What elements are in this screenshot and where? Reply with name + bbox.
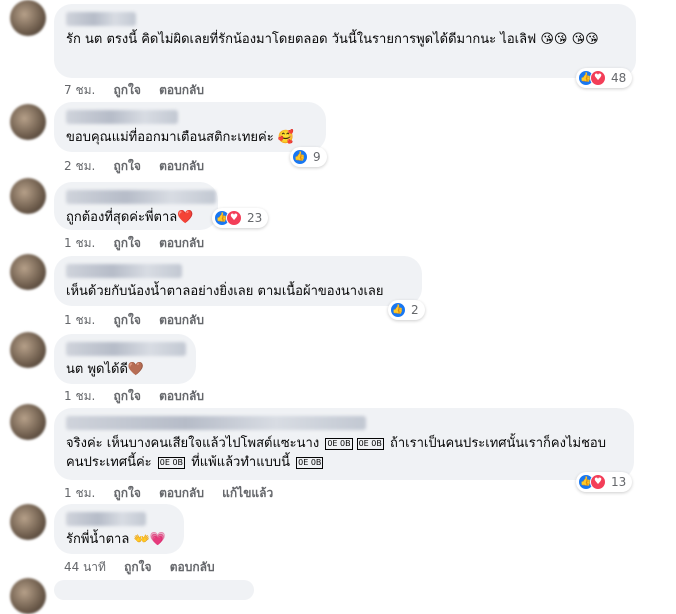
reaction-summary[interactable]: 👍 9 [290,147,327,167]
comment-text: นต พูดได้ดี🤎 [66,362,145,377]
like-button[interactable]: ถูกใจ [114,313,141,327]
like-button[interactable]: ถูกใจ [114,389,141,403]
reaction-summary[interactable]: 👍 ♥ 48 [576,68,633,88]
comment-time[interactable]: 1 ชม. [64,486,95,500]
reaction-count: 23 [247,211,263,225]
comment-text: จริงค่ะ เห็นบางคนเสียใจแล้วไปโพสต์แซะนาง… [66,434,622,472]
comment-text: ถูกต้องที่สุดค่ะพี่ตาล❤️ [66,210,194,225]
love-icon: ♥ [226,210,242,226]
like-icon: 👍 [390,302,406,318]
like-icon: 👍 [292,149,308,165]
love-icon: ♥ [590,70,606,86]
commenter-name[interactable] [66,512,146,526]
comment-text-part: จริงค่ะ เห็นบางคนเสียใจแล้วไปโพสต์แซะนาง [66,436,320,451]
like-button[interactable]: ถูกใจ [124,560,151,574]
comment-text-part: คนประเทศนี้ค่ะ [66,455,152,470]
comment-time[interactable]: 1 ชม. [64,389,95,403]
comment-text: ขอบคุณแม่ที่ออกมาเตือนสติกะเทยค่ะ 🥰 [66,130,295,145]
comment-bubble [54,580,254,600]
avatar[interactable] [10,404,46,440]
avatar[interactable] [10,332,46,368]
commenter-name[interactable] [66,342,186,356]
comment-actions: 1 ชม. ถูกใจ ตอบกลับ แก้ไขแล้ว [64,484,287,503]
comment-actions: 1 ชม. ถูกใจ ตอบกลับ [64,311,218,330]
comment-bubble: ถูกต้องที่สุดค่ะพี่ตาล❤️ [54,182,218,230]
comment-bubble: จริงค่ะ เห็นบางคนเสียใจแล้วไปโพสต์แซะนาง… [54,408,634,480]
commenter-name[interactable] [66,12,136,26]
comment-text-part: ที่แพ้แล้วทำแบบนี้ [191,455,290,470]
unsupported-glyph: 0E 0B [356,437,384,450]
edited-label[interactable]: แก้ไขแล้ว [222,486,273,500]
reply-button[interactable]: ตอบกลับ [159,159,204,173]
avatar[interactable] [10,0,46,36]
avatar[interactable] [10,104,46,140]
avatar[interactable] [10,504,46,540]
unsupported-glyph: 0E 0B [296,456,324,469]
love-icon: ♥ [590,474,606,490]
comment-text: รัก นต ตรงนี้ คิดไม่ผิดเลยที่รักน้องมาโด… [66,32,599,47]
commenter-name[interactable] [66,416,366,430]
reply-button[interactable]: ตอบกลับ [159,236,204,250]
commenter-name[interactable] [66,264,182,278]
comment-time[interactable]: 2 ชม. [64,159,95,173]
reaction-count: 13 [611,475,627,489]
avatar[interactable] [10,578,46,614]
comment-actions: 1 ชม. ถูกใจ ตอบกลับ [64,387,218,406]
reaction-summary[interactable]: 👍 ♥ 13 [576,472,633,492]
reply-button[interactable]: ตอบกลับ [159,83,204,97]
comment-actions: 7 ชม. ถูกใจ ตอบกลับ [64,81,218,100]
comment-time[interactable]: 1 ชม. [64,236,95,250]
comment-time[interactable]: 1 ชม. [64,313,95,327]
comment-text: เห็นด้วยกับน้องน้ำตาลอย่างยิ่งเลย ตามเนื… [66,284,384,299]
like-button[interactable]: ถูกใจ [114,236,141,250]
reaction-count: 48 [611,71,627,85]
comment-time[interactable]: 7 ชม. [64,83,95,97]
commenter-name[interactable] [66,110,178,124]
comment-bubble: รัก นต ตรงนี้ คิดไม่ผิดเลยที่รักน้องมาโด… [54,4,636,78]
like-button[interactable]: ถูกใจ [114,159,141,173]
comment-actions: 2 ชม. ถูกใจ ตอบกลับ [64,157,218,176]
comment-bubble: รักพี่น้ำตาล 👐💗 [54,504,184,554]
reaction-summary[interactable]: 👍 ♥ 23 [212,208,269,228]
avatar[interactable] [10,254,46,290]
reaction-count: 2 [411,303,419,317]
reply-button[interactable]: ตอบกลับ [170,560,215,574]
like-button[interactable]: ถูกใจ [114,486,141,500]
avatar[interactable] [10,178,46,214]
commenter-name[interactable] [66,190,216,204]
unsupported-glyph: 0E 0B [325,437,353,450]
comment-bubble: เห็นด้วยกับน้องน้ำตาลอย่างยิ่งเลย ตามเนื… [54,256,422,306]
comment-text: รักพี่น้ำตาล 👐💗 [66,532,166,547]
reaction-summary[interactable]: 👍 2 [388,300,425,320]
reply-button[interactable]: ตอบกลับ [159,486,204,500]
unsupported-glyph: 0E 0B [157,456,186,469]
comment-actions: 44 นาที ถูกใจ ตอบกลับ [64,558,229,577]
reply-button[interactable]: ตอบกลับ [159,389,204,403]
like-button[interactable]: ถูกใจ [114,83,141,97]
comment-actions: 1 ชม. ถูกใจ ตอบกลับ [64,234,218,253]
comment-bubble: นต พูดได้ดี🤎 [54,334,196,384]
comment-time[interactable]: 44 นาที [64,560,106,574]
comment-bubble: ขอบคุณแม่ที่ออกมาเตือนสติกะเทยค่ะ 🥰 [54,102,326,152]
comment-text-part: ถ้าเราเป็นคนประเทศนั้นเราก็คงไม่ชอบ [390,436,606,451]
reply-button[interactable]: ตอบกลับ [159,313,204,327]
reaction-count: 9 [313,150,321,164]
